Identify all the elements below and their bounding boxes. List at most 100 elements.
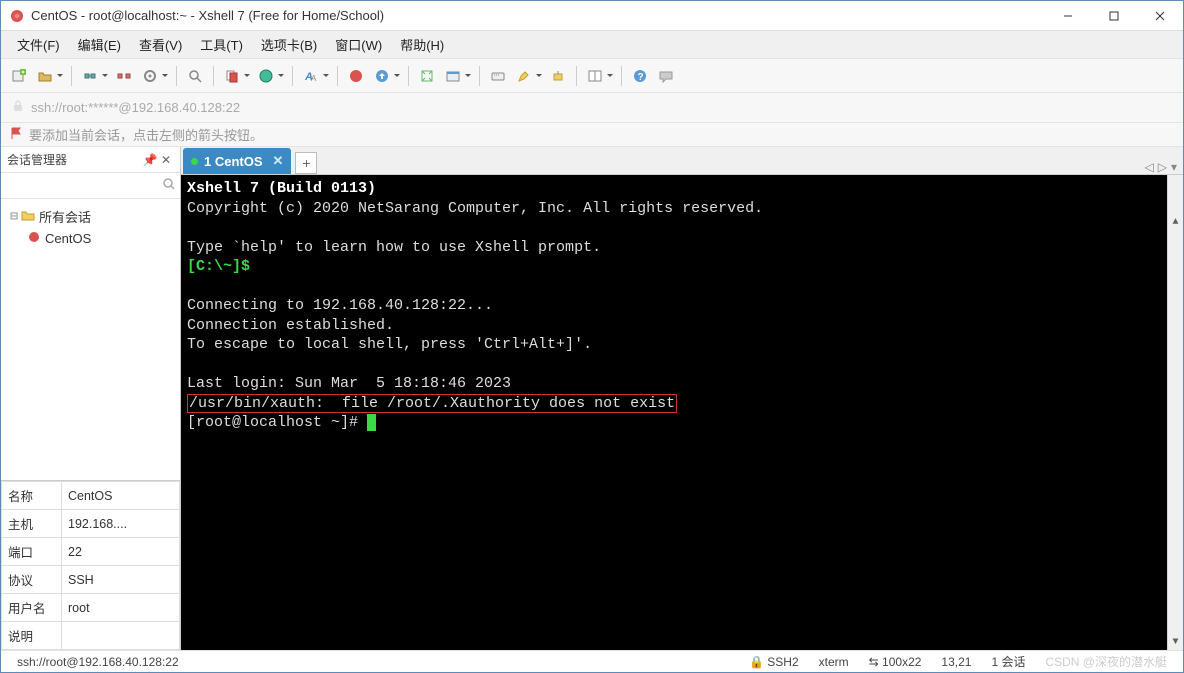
scroll-up-icon[interactable]: ▲ (1168, 214, 1183, 230)
prop-val: 22 (62, 538, 180, 566)
search-icon[interactable] (183, 64, 207, 88)
folder-icon (21, 208, 35, 225)
xshell-icon[interactable] (344, 64, 368, 88)
prop-key: 名称 (2, 482, 62, 510)
disconnect-icon[interactable] (112, 64, 136, 88)
tab-close-icon[interactable]: ✕ (273, 153, 284, 169)
sidebar-title-label: 会话管理器 (7, 151, 142, 168)
menu-edit[interactable]: 编辑(E) (70, 31, 129, 58)
collapse-icon[interactable]: ⊟ (7, 209, 21, 224)
prop-key: 说明 (2, 622, 62, 650)
term-prompt: [root@localhost ~]# (187, 414, 367, 431)
minimize-button[interactable] (1045, 1, 1091, 31)
fullscreen-icon[interactable] (415, 64, 439, 88)
prop-val: root (62, 594, 180, 622)
tab-prev-icon[interactable]: ◁ (1145, 160, 1154, 174)
titlebar: CentOS - root@localhost:~ - Xshell 7 (Fr… (1, 1, 1183, 31)
tab-num: 1 (204, 154, 211, 169)
scroll-down-icon[interactable]: ▼ (1168, 634, 1183, 650)
session-icon (27, 230, 41, 247)
prop-row: 端口22 (2, 538, 180, 566)
term-line: Xshell 7 (Build 0113) (187, 180, 376, 197)
status-pos: 13,21 (931, 655, 981, 669)
search-input[interactable] (7, 179, 162, 193)
term-highlight: /usr/bin/xauth: file /root/.Xauthority d… (187, 394, 677, 413)
tab-label: CentOS (215, 154, 263, 169)
address-text: ssh://root:******@192.168.40.128:22 (31, 100, 240, 115)
keyboard-icon[interactable] (486, 64, 510, 88)
svg-text:A: A (311, 74, 317, 83)
separator (213, 66, 214, 86)
separator (408, 66, 409, 86)
status-url: ssh://root@192.168.40.128:22 (7, 655, 189, 669)
script-icon[interactable] (546, 64, 570, 88)
prop-val (62, 622, 180, 650)
status-dot-icon (191, 158, 198, 165)
prop-row: 协议SSH (2, 566, 180, 594)
tree-item-label: CentOS (45, 231, 91, 246)
terminal[interactable]: Xshell 7 (Build 0113) Copyright (c) 2020… (181, 175, 1183, 650)
reconnect-icon[interactable] (78, 64, 102, 88)
tree-item-centos[interactable]: CentOS (27, 228, 174, 249)
prop-key: 端口 (2, 538, 62, 566)
feedback-icon[interactable] (654, 64, 678, 88)
close-button[interactable] (1137, 1, 1183, 31)
prop-val: SSH (62, 566, 180, 594)
highlight-icon[interactable] (512, 64, 536, 88)
prop-val: CentOS (62, 482, 180, 510)
prop-row: 用户名root (2, 594, 180, 622)
copy-icon[interactable] (220, 64, 244, 88)
font-icon[interactable]: AA (299, 64, 323, 88)
transparency-icon[interactable] (441, 64, 465, 88)
menu-tools[interactable]: 工具(T) (192, 31, 251, 58)
new-session-icon[interactable] (7, 64, 31, 88)
properties-icon[interactable] (138, 64, 162, 88)
term-line: Connection established. (187, 317, 394, 334)
pin-icon[interactable]: 📌 (142, 153, 158, 167)
separator (337, 66, 338, 86)
layout-icon[interactable] (583, 64, 607, 88)
lock-icon (11, 99, 25, 116)
tree-root[interactable]: ⊟ 所有会话 (7, 205, 174, 228)
hint-bar: 要添加当前会话，点击左侧的箭头按钮。 (1, 123, 1183, 147)
add-tab-button[interactable]: + (295, 152, 317, 174)
menu-file[interactable]: 文件(F) (9, 31, 68, 58)
tab-bar: 1 CentOS ✕ + ◁ ▷ ▾ (181, 147, 1183, 175)
term-prompt: [C:\~]$ (187, 258, 250, 275)
separator (621, 66, 622, 86)
statusbar: ssh://root@192.168.40.128:22 🔒 SSH2 xter… (1, 650, 1183, 672)
status-term: xterm (809, 655, 859, 669)
hint-text: 要添加当前会话，点击左侧的箭头按钮。 (29, 125, 263, 144)
tab-centos[interactable]: 1 CentOS ✕ (183, 148, 291, 174)
paste-icon[interactable] (254, 64, 278, 88)
close-icon[interactable]: ✕ (158, 153, 174, 167)
watermark: CSDN @深夜的潜水艇 (1035, 653, 1177, 670)
open-session-icon[interactable] (33, 64, 57, 88)
tab-menu-icon[interactable]: ▾ (1171, 160, 1177, 174)
prop-key: 协议 (2, 566, 62, 594)
search-icon[interactable] (162, 177, 176, 194)
window-title: CentOS - root@localhost:~ - Xshell 7 (Fr… (31, 8, 1045, 23)
terminal-scrollbar[interactable]: ▲ ▼ (1167, 175, 1183, 650)
status-sessions: 1 会话 (981, 653, 1035, 670)
help-icon[interactable]: ? (628, 64, 652, 88)
menu-window[interactable]: 窗口(W) (327, 31, 390, 58)
xftp-icon[interactable] (370, 64, 394, 88)
svg-text:?: ? (638, 72, 644, 83)
content-area: 1 CentOS ✕ + ◁ ▷ ▾ Xshell 7 (Build 0113)… (181, 147, 1183, 650)
separator (176, 66, 177, 86)
term-line: To escape to local shell, press 'Ctrl+Al… (187, 336, 592, 353)
session-properties: 名称CentOS 主机192.168.... 端口22 协议SSH 用户名roo… (1, 480, 180, 650)
sidebar-search[interactable] (1, 173, 180, 199)
menu-view[interactable]: 查看(V) (131, 31, 190, 58)
term-line: Type `help' to learn how to use Xshell p… (187, 239, 601, 256)
menu-help[interactable]: 帮助(H) (392, 31, 452, 58)
prop-key: 主机 (2, 510, 62, 538)
tab-next-icon[interactable]: ▷ (1158, 160, 1167, 174)
maximize-button[interactable] (1091, 1, 1137, 31)
sidebar: 会话管理器 📌 ✕ ⊟ 所有会话 CentOS 名称CentOS (1, 147, 181, 650)
menu-tabs[interactable]: 选项卡(B) (253, 31, 325, 58)
addressbar[interactable]: ssh://root:******@192.168.40.128:22 (1, 93, 1183, 123)
sidebar-title: 会话管理器 📌 ✕ (1, 147, 180, 173)
term-line: Last login: Sun Mar 5 18:18:46 2023 (187, 375, 511, 392)
